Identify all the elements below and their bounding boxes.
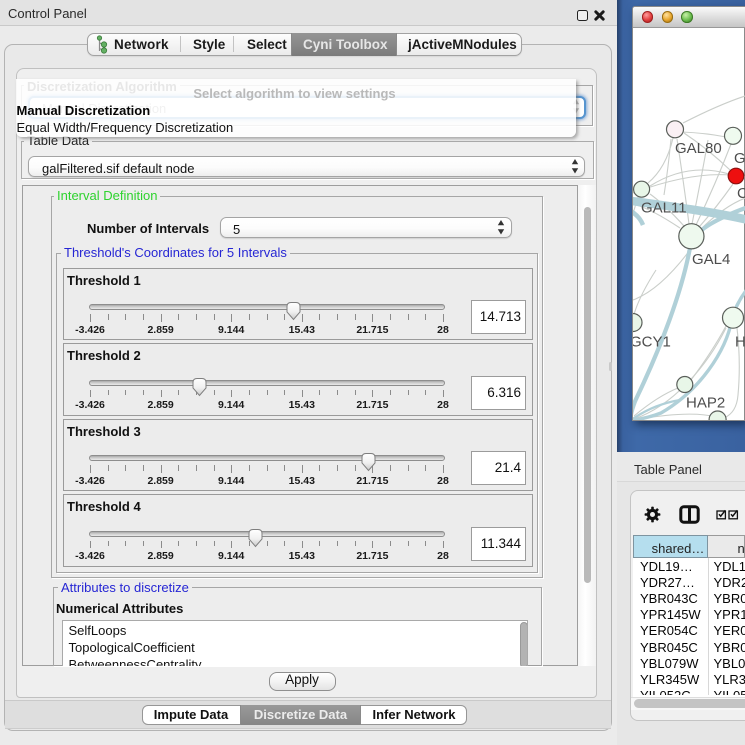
svg-text:GAL80: GAL80: [675, 140, 722, 157]
svg-text:GAL11: GAL11: [641, 200, 687, 217]
svg-text:HAP2: HAP2: [686, 395, 725, 412]
svg-text:GAL4: GAL4: [692, 251, 730, 268]
svg-text:GCY1: GCY1: [633, 334, 671, 351]
svg-text:G.: G.: [734, 150, 745, 167]
svg-text:C: C: [737, 185, 745, 202]
svg-text:H: H: [735, 334, 745, 351]
